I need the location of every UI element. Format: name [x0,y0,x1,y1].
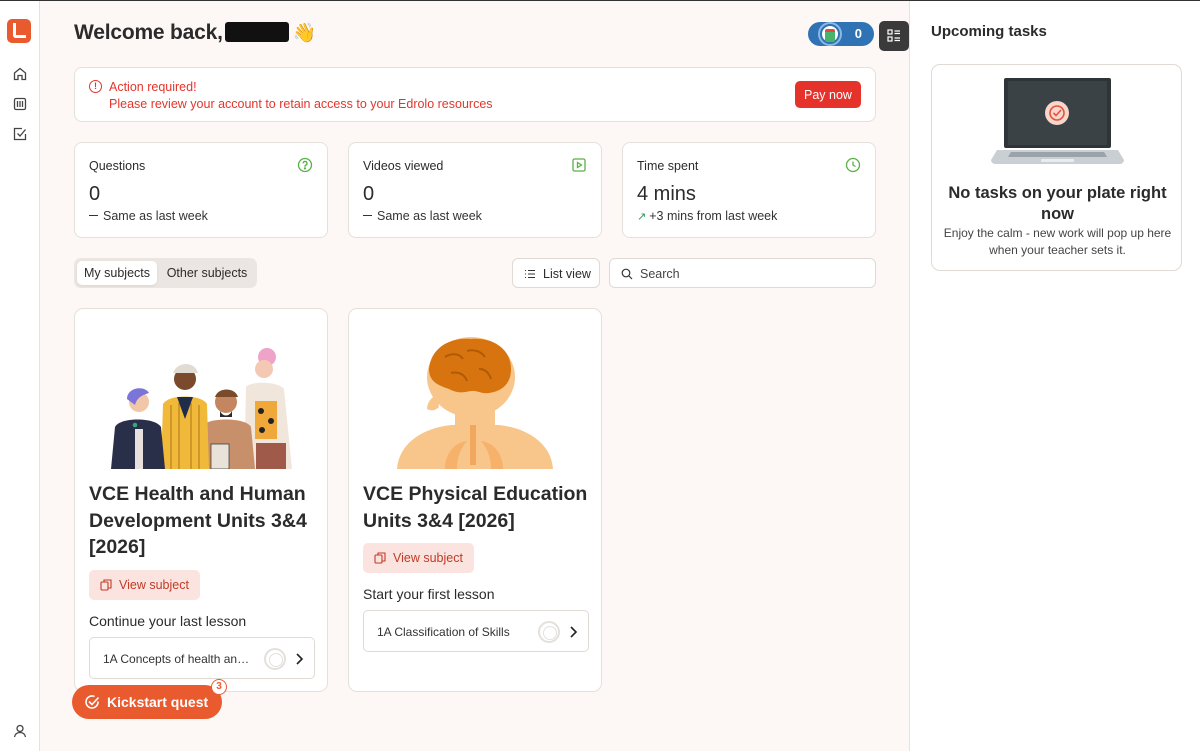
play-square-icon [571,157,587,173]
lesson-progress-ring [264,648,286,670]
list-view-label: List view [543,267,591,281]
first-lesson-link[interactable]: 1A Classification of Skills [363,610,589,652]
view-subject-label: View subject [393,551,463,565]
stat-change: Same as last week [89,209,208,223]
edrolo-logo[interactable] [7,19,31,43]
stat-label: Questions [89,159,146,173]
stat-value: 4 mins [637,183,696,205]
subject-filter-tabs: My subjects Other subjects [74,258,257,288]
view-subject-button[interactable]: View subject [89,570,200,600]
left-nav-rail [0,1,40,751]
streak-count: 0 [854,26,862,41]
clock-icon [845,157,861,173]
list-icon [525,269,535,279]
stat-card-videos: Videos viewed 0 Same as last week [348,142,602,238]
profile-icon[interactable] [12,723,28,739]
empty-state-title: No tasks on your plate right now [948,184,1167,223]
tab-my-subjects[interactable]: My subjects [77,261,157,285]
panel-title: Upcoming tasks [931,23,1047,40]
streak-counter[interactable]: 0 [808,22,874,46]
alert-message: Please review your account to retain acc… [109,97,493,111]
dash-icon [89,214,98,216]
lesson-title: 1A Classification of Skills [377,625,510,639]
chevron-right-icon [569,625,578,639]
human-body-brain-illustration [397,337,553,469]
pay-now-button[interactable]: Pay now [795,81,861,108]
calendar-check-icon [820,24,840,44]
page-title: Welcome back, 👋 [74,21,316,45]
empty-state-text: Enjoy the calm - new work will pop up he… [943,226,1172,257]
stat-label: Time spent [637,159,699,173]
payment-alert-banner: ! Action required! Please review your ac… [74,67,876,122]
lesson-heading: Continue your last lesson [89,613,247,629]
view-subject-label: View subject [119,578,189,592]
tab-other-subjects[interactable]: Other subjects [160,261,254,285]
subject-card: VCE Health and Human Development Units 3… [74,308,328,692]
welcome-text: Welcome back, [74,21,223,44]
stat-change: Same as last week [363,209,482,223]
stat-change-text: Same as last week [103,209,208,223]
wave-emoji: 👋 [292,23,317,44]
redacted-user-name [224,22,289,42]
alert-title: Action required! [109,80,197,94]
stat-card-questions: Questions 0 Same as last week [74,142,328,238]
subject-card: VCE Physical Education Units 3&4 [2026] … [348,308,602,692]
dash-icon [363,214,372,216]
people-group-illustration [111,348,292,469]
chevron-right-icon [295,652,304,666]
stat-change: ↗ +3 mins from last week [637,209,777,223]
library-icon[interactable] [12,96,28,112]
subject-title[interactable]: VCE Physical Education Units 3&4 [2026] [363,481,591,534]
kickstart-quest-button[interactable]: Kickstart quest [72,685,222,719]
view-subject-button[interactable]: View subject [363,543,474,573]
copy-book-icon [374,552,386,564]
stat-value: 0 [363,183,375,205]
stat-change-text: Same as last week [377,209,482,223]
dashboard-main: Welcome back, 👋 0 ! Action required! Plea… [40,1,909,751]
empty-tasks-card: No tasks on your plate right now Enjoy t… [931,64,1182,271]
question-circle-icon [297,157,313,173]
subject-title[interactable]: VCE Health and Human Development Units 3… [89,481,317,561]
lesson-progress-ring [538,621,560,643]
kickstart-quest-label: Kickstart quest [107,694,209,710]
lesson-title: 1A Concepts of health and ... [103,652,253,666]
lesson-heading: Start your first lesson [363,586,495,602]
copy-book-icon [100,579,112,591]
toggle-task-panel-button[interactable] [879,21,909,51]
list-view-button[interactable]: List view [512,258,600,288]
list-layout-icon [887,29,900,42]
tasks-check-icon[interactable] [12,126,28,142]
stat-card-time: Time spent 4 mins ↗ +3 mins from last wee… [622,142,876,238]
upcoming-tasks-panel: Upcoming tasks No tasks on your plate ri… [909,1,1200,751]
alert-exclamation-icon: ! [89,80,102,93]
home-icon[interactable] [12,66,28,82]
search-icon [621,268,633,280]
stat-change-text: +3 mins from last week [649,209,778,223]
stat-label: Videos viewed [363,159,444,173]
last-lesson-link[interactable]: 1A Concepts of health and ... [89,637,315,679]
search-input[interactable] [640,265,860,283]
trend-up-icon: ↗ [637,211,647,223]
stat-value: 0 [89,183,101,205]
search-box [609,258,876,288]
quest-count-badge: 3 [211,679,227,695]
check-circle-icon [85,695,100,709]
laptop-illustration [991,78,1124,164]
